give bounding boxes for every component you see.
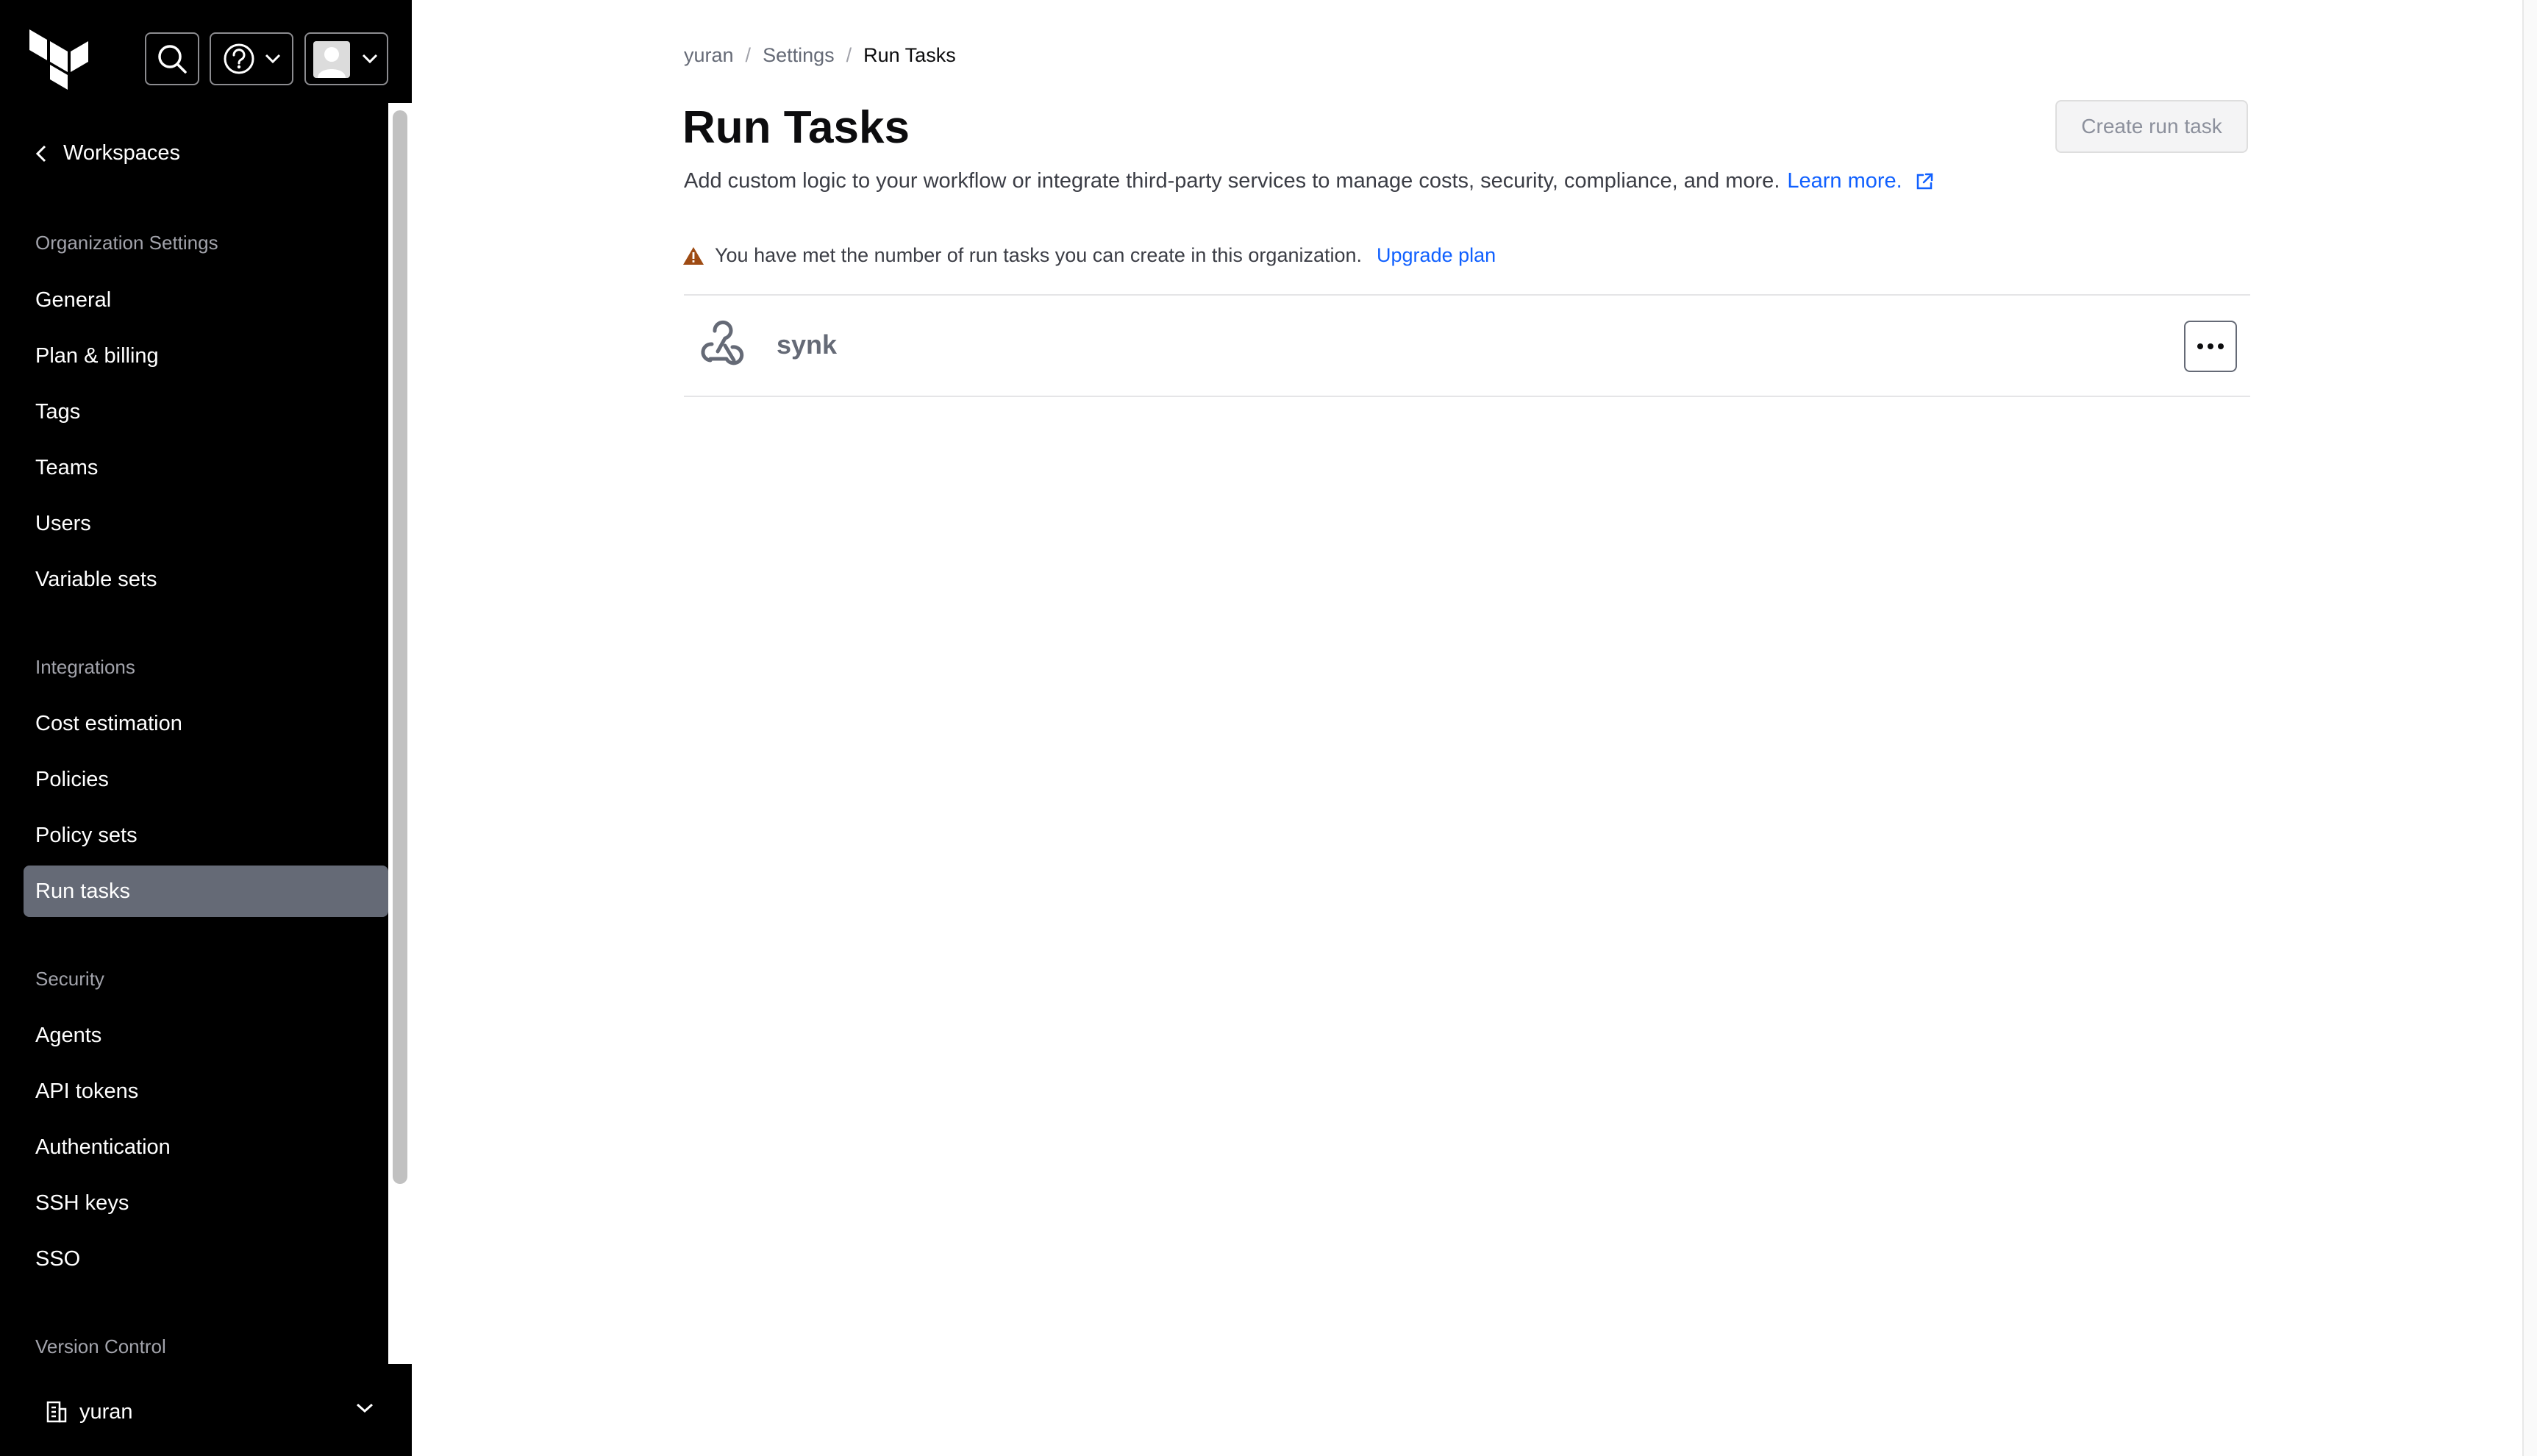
- sidebar-item-policy-sets[interactable]: Policy sets: [24, 810, 388, 861]
- breadcrumb-settings[interactable]: Settings: [763, 44, 835, 67]
- user-menu-button[interactable]: [304, 32, 388, 85]
- breadcrumb-separator: /: [745, 44, 752, 66]
- chevron-down-icon: [356, 1403, 374, 1413]
- back-to-workspaces-link[interactable]: Workspaces: [35, 141, 180, 165]
- chevron-down-icon: [265, 54, 281, 64]
- sidebar-item-authentication[interactable]: Authentication: [24, 1121, 388, 1173]
- chevron-down-icon: [362, 54, 378, 64]
- breadcrumb-separator: /: [846, 44, 852, 66]
- sidebar: Workspaces Organization Settings General…: [0, 0, 412, 1456]
- page-description: Add custom logic to your workflow or int…: [684, 169, 1935, 193]
- search-button[interactable]: [145, 32, 199, 85]
- webhook-icon: [701, 321, 744, 365]
- learn-more-label: Learn more.: [1787, 169, 1902, 193]
- sidebar-item-plan-billing[interactable]: Plan & billing: [24, 330, 388, 382]
- help-menu-button[interactable]: [210, 32, 293, 85]
- search-icon: [158, 45, 187, 74]
- sidebar-item-sso[interactable]: SSO: [24, 1233, 388, 1285]
- run-task-row[interactable]: synk: [684, 296, 2250, 396]
- section-label-integrations: Integrations: [35, 656, 135, 678]
- sidebar-scrollbar-thumb[interactable]: [393, 110, 407, 1184]
- breadcrumb: yuran / Settings / Run Tasks: [684, 44, 956, 67]
- more-horizontal-icon: [2197, 343, 2224, 349]
- run-task-name[interactable]: synk: [777, 329, 837, 360]
- sidebar-item-tags[interactable]: Tags: [24, 386, 388, 438]
- org-switcher[interactable]: yuran: [0, 1375, 412, 1449]
- sidebar-item-variable-sets[interactable]: Variable sets: [24, 554, 388, 605]
- sidebar-item-policies[interactable]: Policies: [24, 754, 388, 805]
- page-title: Run Tasks: [682, 102, 910, 153]
- sidebar-item-run-tasks[interactable]: Run tasks: [24, 866, 388, 917]
- sidebar-item-api-tokens[interactable]: API tokens: [24, 1066, 388, 1117]
- sidebar-item-users[interactable]: Users: [24, 498, 388, 549]
- learn-more-link[interactable]: Learn more.: [1787, 169, 1934, 193]
- main-content: yuran / Settings / Run Tasks Run Tasks C…: [412, 0, 2522, 1456]
- description-text: Add custom logic to your workflow or int…: [684, 169, 1780, 193]
- back-label: Workspaces: [63, 141, 181, 165]
- page-scrollbar[interactable]: [2522, 0, 2537, 1456]
- warning-triangle-icon: [683, 246, 704, 265]
- sidebar-nav: Workspaces Organization Settings General…: [0, 103, 388, 1364]
- breadcrumb-org[interactable]: yuran: [684, 44, 734, 67]
- avatar: [313, 41, 350, 78]
- terraform-logo-icon[interactable]: [29, 29, 88, 90]
- building-icon: [46, 1401, 67, 1423]
- alert-text: You have met the number of run tasks you…: [715, 244, 1363, 266]
- sidebar-header: [0, 0, 412, 110]
- sidebar-item-agents[interactable]: Agents: [24, 1010, 388, 1061]
- sidebar-item-cost-estimation[interactable]: Cost estimation: [24, 698, 388, 749]
- upgrade-plan-link[interactable]: Upgrade plan: [1377, 244, 1496, 267]
- limit-alert: You have met the number of run tasks you…: [682, 244, 1496, 267]
- sidebar-item-teams[interactable]: Teams: [24, 442, 388, 493]
- divider: [684, 396, 2250, 397]
- breadcrumb-current: Run Tasks: [863, 44, 956, 66]
- section-label-version-control: Version Control: [35, 1335, 166, 1357]
- org-name: yuran: [79, 1399, 133, 1424]
- section-label-security: Security: [35, 968, 104, 990]
- section-label-organization-settings: Organization Settings: [35, 232, 218, 254]
- sidebar-item-general[interactable]: General: [24, 274, 388, 326]
- sidebar-scrollbar[interactable]: [388, 103, 412, 1364]
- help-icon: [224, 43, 254, 74]
- chevron-left-icon: [35, 145, 46, 162]
- run-task-actions-button[interactable]: [2184, 321, 2237, 372]
- external-link-icon: [1916, 173, 1933, 189]
- sidebar-item-ssh-keys[interactable]: SSH keys: [24, 1177, 388, 1229]
- user-silhouette-icon: [318, 47, 346, 78]
- create-run-task-button[interactable]: Create run task: [2055, 100, 2248, 153]
